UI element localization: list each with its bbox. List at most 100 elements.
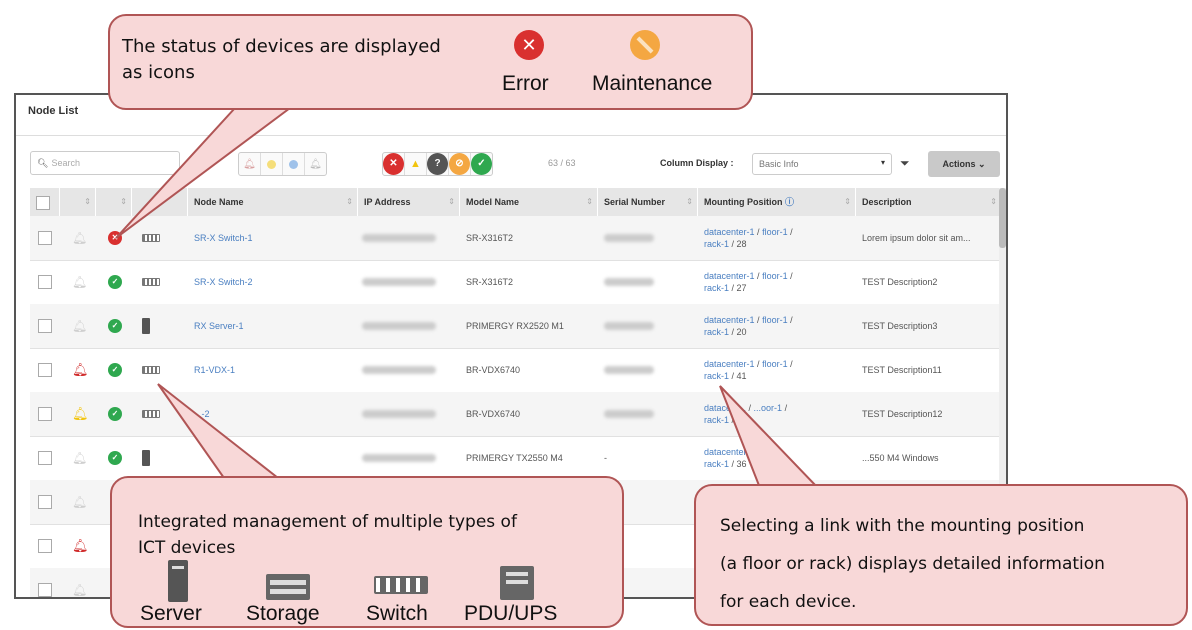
table-row[interactable]: 🔔︎ ✓ SR-X Switch-2 SR-X316T2 datacenter-1 / …: [30, 260, 1002, 305]
floor-link[interactable]: floor-1: [762, 359, 788, 369]
status-filter-maintenance[interactable]: ⊘: [449, 153, 471, 175]
select-all-checkbox[interactable]: [36, 196, 50, 210]
ip-address-redacted: [362, 410, 436, 418]
sort-icon: ⇕: [448, 197, 455, 206]
datacenter-link[interactable]: datacenter-1: [704, 359, 755, 369]
column-header-serial-number[interactable]: Serial Number ⇕: [598, 188, 698, 216]
type-cell: [142, 216, 160, 260]
row-checkbox[interactable]: [38, 275, 52, 289]
column-header-mounting-position[interactable]: Mounting Position ⓘ ⇕: [698, 188, 856, 216]
rack-link[interactable]: rack-1: [704, 459, 729, 469]
row-checkbox[interactable]: [38, 363, 52, 377]
datacenter-link[interactable]: datacenter-1: [704, 227, 755, 237]
search-input[interactable]: 🔍︎ Search: [30, 151, 180, 175]
status-cell: ✓: [108, 304, 122, 348]
rack-link[interactable]: rack-1: [704, 371, 729, 381]
rack-link[interactable]: rack-1: [704, 415, 729, 425]
scrollbar-thumb[interactable]: [999, 188, 1006, 248]
rack-position: / 28: [729, 239, 747, 249]
description-cell: TEST Description2: [862, 277, 938, 287]
column-header-ip-address[interactable]: IP Address ⇕: [358, 188, 460, 216]
status-filter-warning[interactable]: ▲: [405, 153, 427, 175]
alarm-filter-warning[interactable]: [261, 153, 283, 175]
floor-link[interactable]: floor-1: [762, 315, 788, 325]
row-checkbox-cell: [38, 568, 52, 597]
row-checkbox[interactable]: [38, 407, 52, 421]
node-name-link[interactable]: SR-X Switch-1: [194, 216, 253, 260]
row-checkbox[interactable]: [38, 231, 52, 245]
model-name: PRIMERGY RX2520 M1: [466, 321, 564, 331]
rack-link[interactable]: rack-1: [704, 327, 729, 337]
normal-icon: ✓: [471, 153, 492, 175]
rack-link[interactable]: rack-1: [704, 283, 729, 293]
alarm-filter-none[interactable]: 🔔︎: [305, 153, 326, 175]
rack-link[interactable]: rack-1: [704, 239, 729, 249]
node-name-link[interactable]: R1-VDX-1: [194, 348, 235, 392]
ip-address-cell: [362, 348, 436, 392]
node-name-link[interactable]: ...-2: [194, 392, 210, 436]
warning-icon: ▲: [410, 158, 421, 170]
column-header-description[interactable]: Description ⇕: [856, 188, 1002, 216]
column-label: Description: [862, 197, 912, 207]
error-status-icon: ✕: [108, 231, 122, 245]
alarm-filter-critical[interactable]: 🔔︎: [239, 153, 261, 175]
model-name: BR-VDX6740: [466, 409, 521, 419]
type-cell: [142, 260, 160, 304]
row-checkbox[interactable]: [38, 583, 52, 597]
filter-icon[interactable]: ⏷: [900, 156, 910, 171]
table-row[interactable]: 🔔︎ ✓ RX Server-1 PRIMERGY RX2520 M1 datacent…: [30, 304, 1002, 349]
type-column-header[interactable]: [132, 188, 188, 216]
rack-position: / 40: [729, 415, 747, 425]
info-icon[interactable]: ⓘ: [785, 197, 794, 207]
normal-status-icon: ✓: [108, 363, 122, 377]
bell-outline-icon: 🔔︎: [72, 275, 88, 289]
row-checkbox-cell: [38, 436, 52, 480]
table-row[interactable]: 🔔︎ ✓ ...-2 BR-VDX6740 datacent... / ...oor-1…: [30, 392, 1002, 437]
status-filter-error[interactable]: ✕: [383, 153, 405, 175]
alarm-cell: 🔔︎: [72, 304, 87, 348]
rack-position: / 27: [729, 283, 747, 293]
alarm-filter-info[interactable]: [283, 153, 305, 175]
alarm-filter-group: 🔔︎ 🔔︎: [238, 152, 327, 176]
actions-button[interactable]: Actions ⌄: [928, 151, 1000, 177]
status-filter-group: ✕ ▲ ? ⊘ ✓: [382, 152, 493, 176]
table-row[interactable]: 🔔︎ ✓ R1-VDX-1 BR-VDX6740 datacenter-1 / floo…: [30, 348, 1002, 393]
floor-link[interactable]: floor-1: [762, 271, 788, 281]
bell-outline-icon: 🔔︎: [72, 495, 88, 509]
serial-number-redacted: [604, 410, 654, 418]
status-filter-unknown[interactable]: ?: [427, 153, 449, 175]
datacenter-link[interactable]: datacenter-1: [704, 271, 755, 281]
ip-address-redacted: [362, 278, 436, 286]
serial-cell: -: [604, 436, 607, 480]
datacenter-link[interactable]: datacent...: [704, 403, 746, 413]
status-column-header[interactable]: ⇕: [96, 188, 132, 216]
serial-cell: [604, 216, 654, 260]
ip-address-cell: [362, 392, 436, 436]
datacenter-link[interactable]: datacenter-1: [704, 447, 755, 457]
description-cell: Lorem ipsum dolor sit am...: [862, 233, 971, 243]
serial-number-redacted: [604, 278, 654, 286]
datacenter-link[interactable]: datacenter-1: [704, 315, 755, 325]
table-row[interactable]: 🔔︎ ✕ SR-X Switch-1 SR-X316T2 datacenter-1 / …: [30, 216, 1002, 261]
column-header-node-name[interactable]: Node Name ⇕: [188, 188, 358, 216]
floor-link[interactable]: ...oor-1: [754, 403, 783, 413]
row-checkbox[interactable]: [38, 319, 52, 333]
bell-outline-icon: 🔔︎: [72, 231, 88, 245]
sort-icon: ⇕: [346, 197, 353, 206]
row-checkbox[interactable]: [38, 451, 52, 465]
status-filter-normal[interactable]: ✓: [471, 153, 492, 175]
alarm-column-header[interactable]: ⇕: [60, 188, 96, 216]
node-name-link[interactable]: SR-X Switch-2: [194, 260, 253, 304]
table-row[interactable]: 🔔︎ ✓ PRIMERGY TX2550 M4 - datacenter-1 rack-1…: [30, 436, 1002, 481]
description-cell: TEST Description11: [862, 365, 942, 375]
node-name-link[interactable]: RX Server-1: [194, 304, 244, 348]
normal-status-icon: ✓: [108, 451, 122, 465]
row-checkbox[interactable]: [38, 495, 52, 509]
row-checkbox[interactable]: [38, 539, 52, 553]
floor-link[interactable]: floor-1: [762, 227, 788, 237]
ip-address-redacted: [362, 454, 436, 462]
column-display-select[interactable]: Basic Info ▾: [752, 153, 892, 175]
column-header-model-name[interactable]: Model Name ⇕: [460, 188, 598, 216]
serial-cell: [604, 260, 654, 304]
alarm-cell: 🔔︎: [72, 260, 87, 304]
